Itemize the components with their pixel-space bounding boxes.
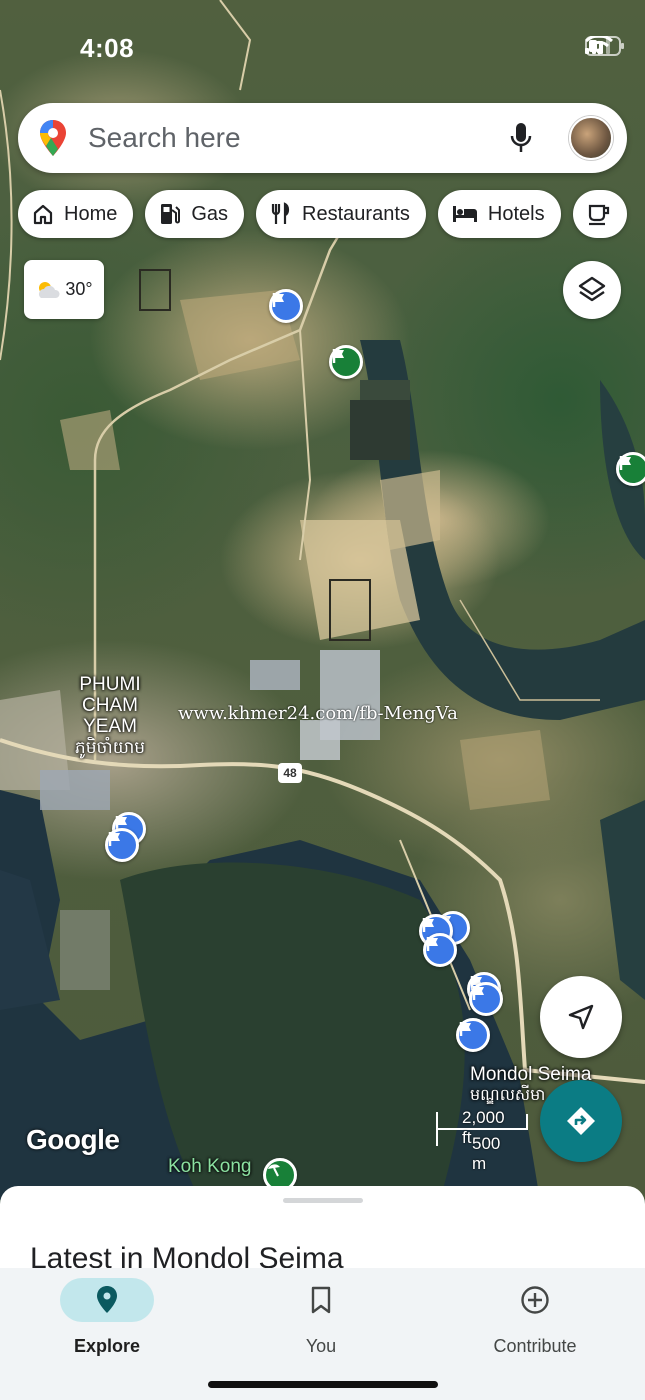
flag-icon xyxy=(108,832,120,846)
flag-pin[interactable] xyxy=(456,1018,490,1052)
chip-home[interactable]: Home xyxy=(18,190,134,238)
nav-you-label: You xyxy=(305,1336,337,1356)
nav-explore[interactable]: Explore xyxy=(42,1278,172,1357)
flag-icon xyxy=(332,349,344,363)
bookmark-icon xyxy=(311,1286,331,1314)
nav-explore-label: Explore xyxy=(73,1336,141,1356)
search-input[interactable]: Search here xyxy=(88,122,503,154)
village-label-line2: CHAM YEAM xyxy=(82,695,138,737)
nav-explore-indicator xyxy=(60,1278,154,1322)
watermark: www.khmer24.com/fb-MengVa xyxy=(178,703,458,724)
partly-cloudy-icon xyxy=(39,281,60,298)
google-attribution: Google xyxy=(26,1124,120,1155)
village-label-khmer: ភូមិចាំយាម xyxy=(74,738,146,757)
flag-icon xyxy=(459,1022,471,1036)
chip-home-label: Home xyxy=(64,202,118,225)
nav-you-indicator xyxy=(274,1278,368,1322)
search-bar[interactable]: Search here xyxy=(18,103,627,173)
nav-you[interactable]: You xyxy=(256,1278,386,1357)
location-pin-icon xyxy=(97,1286,117,1313)
restaurant-icon xyxy=(271,202,290,224)
directions-button[interactable] xyxy=(540,1080,622,1162)
voice-search-button[interactable] xyxy=(503,118,539,158)
coffee-cup-icon xyxy=(588,204,609,226)
directions-icon xyxy=(567,1107,595,1135)
chip-coffee[interactable] xyxy=(572,190,627,238)
scale-meters: 500 m xyxy=(472,1134,501,1173)
flag-pin[interactable] xyxy=(469,982,503,1016)
home-icon xyxy=(33,204,53,225)
navigation-arrow-icon xyxy=(568,1004,594,1030)
flag-icon xyxy=(472,986,484,1000)
chip-hotels-label: Hotels xyxy=(487,202,545,225)
weather-chip[interactable]: 30° xyxy=(24,260,104,319)
flag-pin[interactable] xyxy=(616,452,645,486)
nav-contribute[interactable]: Contribute xyxy=(470,1278,600,1357)
home-indicator xyxy=(208,1381,438,1388)
gas-station-icon xyxy=(161,204,181,224)
chip-gas[interactable]: Gas xyxy=(145,190,245,238)
map-layers-button[interactable] xyxy=(563,261,621,319)
flag-pin[interactable] xyxy=(423,933,457,967)
nav-contribute-label: Contribute xyxy=(493,1336,577,1356)
flag-pin[interactable] xyxy=(105,828,139,862)
microphone-icon xyxy=(510,123,532,152)
route-shield: 48 xyxy=(278,763,302,783)
layers-icon xyxy=(578,276,606,302)
village-label: PHUMI CHAM YEAM ភូមិចាំយាម xyxy=(54,674,166,758)
flag-pin[interactable] xyxy=(329,345,363,379)
flag-icon xyxy=(272,293,284,307)
status-time: 4:08 xyxy=(80,33,135,63)
chip-restaurants[interactable]: Restaurants xyxy=(256,190,426,238)
flag-icon xyxy=(422,918,434,932)
sheet-drag-handle[interactable] xyxy=(283,1198,363,1203)
beach-umbrella-icon xyxy=(268,1164,280,1177)
beach-label: Koh Kong xyxy=(168,1156,252,1177)
category-chips: Home Gas Restaurants Hotels xyxy=(18,190,627,238)
battery-icon xyxy=(585,36,624,56)
chip-gas-label: Gas xyxy=(191,202,229,225)
flag-pin[interactable] xyxy=(269,289,303,323)
my-location-button[interactable] xyxy=(540,976,622,1058)
account-avatar[interactable] xyxy=(569,116,613,160)
chip-hotels[interactable]: Hotels xyxy=(437,190,561,238)
village-label-line1: PHUMI xyxy=(79,674,141,695)
weather-temp: 30° xyxy=(65,279,93,299)
flag-icon xyxy=(619,456,631,470)
add-circle-icon xyxy=(521,1286,549,1314)
nav-contribute-indicator xyxy=(488,1278,582,1322)
flag-icon xyxy=(426,937,438,951)
chip-restaurants-label: Restaurants xyxy=(302,202,410,225)
hotel-bed-icon xyxy=(452,206,477,222)
google-maps-pin-icon xyxy=(40,120,66,156)
